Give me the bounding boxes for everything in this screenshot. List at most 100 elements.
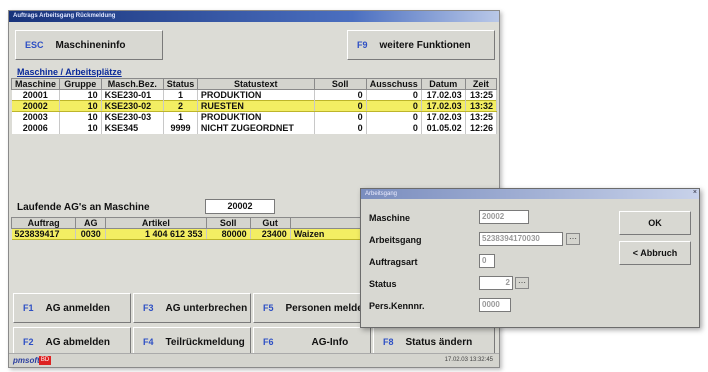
col-good[interactable]: Gut — [249, 217, 291, 229]
op-register-button[interactable]: F1 AG anmelden — [13, 293, 131, 323]
col-order[interactable]: Auftrag — [10, 217, 77, 229]
cell: NICHT ZUGEORDNET — [197, 122, 315, 134]
col-status-text[interactable]: Statustext — [196, 78, 315, 90]
cell: 01.05.02 — [421, 122, 466, 134]
label-operation: Arbeitsgang — [369, 235, 422, 245]
cell: KSE230-01 — [101, 89, 165, 101]
section-tabs: Maschine / Arbeitsplätze — [17, 67, 122, 77]
table-row[interactable]: 20001 10 KSE230-01 1 PRODUKTION 0 0 17.0… — [11, 89, 498, 101]
col-machine-name[interactable]: Masch.Bez. — [100, 78, 165, 90]
cell: 2 — [163, 100, 198, 112]
personnel-id-field[interactable]: 0000 — [479, 298, 511, 312]
cell: 0030 — [75, 228, 107, 240]
key-f4: F4 — [143, 337, 154, 347]
partial-report-label: Teilrückmeldung — [165, 336, 245, 348]
cell: 0 — [366, 111, 422, 123]
report-persons-label: Personen melden — [285, 302, 369, 314]
operation-dialog: Arbeitsgang × Maschine 20002 Arbeitsgang… — [360, 188, 700, 328]
dialog-title: Arbeitsgang — [361, 189, 699, 199]
col-machine[interactable]: Maschine — [11, 78, 60, 90]
cell: 1 — [163, 111, 198, 123]
cell: 10 — [59, 100, 102, 112]
col-status[interactable]: Status — [163, 78, 198, 90]
col-target[interactable]: Soll — [205, 217, 251, 229]
machine-field[interactable]: 20002 — [479, 210, 529, 224]
close-icon[interactable]: × — [693, 189, 697, 196]
col-group[interactable]: Gruppe — [58, 78, 102, 90]
key-f8: F8 — [383, 337, 394, 347]
key-f3: F3 — [143, 303, 154, 313]
cell: 0 — [366, 100, 422, 112]
tab-workplaces[interactable]: Arbeitsplätze — [65, 67, 122, 77]
table-row-selected[interactable]: 20002 10 KSE230-02 2 RUESTEN 0 0 17.02.0… — [11, 100, 498, 112]
dots-icon[interactable]: ⋯ — [515, 277, 529, 289]
table-row[interactable]: 20006 10 KSE345 9999 NICHT ZUGEORDNET 0 … — [11, 122, 498, 134]
cell: 0 — [314, 89, 367, 101]
cancel-button[interactable]: < Abbruch — [619, 241, 691, 265]
cell: 0 — [366, 89, 422, 101]
key-f1: F1 — [23, 303, 34, 313]
status-bar: pmsoft BD 17.02.03 13:32:45 — [9, 353, 499, 367]
dots-icon[interactable]: ⋯ — [566, 233, 580, 245]
machine-info-button[interactable]: ESC Maschineninfo — [15, 30, 163, 60]
key-f9: F9 — [357, 40, 368, 50]
ok-label: OK — [648, 218, 662, 228]
company-logo: pmsoft — [13, 356, 40, 365]
op-deregister-label: AG abmelden — [45, 336, 110, 348]
col-a[interactable]: A — [289, 217, 372, 229]
change-status-label: Status ändern — [405, 336, 473, 348]
running-ops-table: Auftrag AG Artikel Soll Gut A 523839417 … — [10, 217, 372, 240]
cell: 12:26 — [465, 122, 498, 134]
cell: 0 — [314, 122, 367, 134]
more-functions-button[interactable]: F9 weitere Funktionen — [347, 30, 495, 60]
cell: PRODUKTION — [197, 89, 315, 101]
cell: KSE230-02 — [101, 100, 165, 112]
op-register-label: AG anmelden — [45, 302, 110, 314]
cell: 20001 — [11, 89, 60, 101]
cell: 523839417 — [11, 228, 77, 240]
op-interrupt-button[interactable]: F3 AG unterbrechen — [133, 293, 251, 323]
cell: RUESTEN — [197, 100, 315, 112]
cell: PRODUKTION — [197, 111, 315, 123]
cell: 23400 — [250, 228, 291, 240]
cell: 10 — [59, 122, 102, 134]
running-ops-machine-field: 20002 — [205, 199, 275, 214]
logo-badge: BD — [39, 356, 51, 365]
machine-table: Maschine Gruppe Masch.Bez. Status Status… — [11, 78, 498, 134]
cell: 20006 — [11, 122, 60, 134]
cell: 10 — [59, 89, 102, 101]
more-functions-label: weitere Funktionen — [379, 39, 471, 51]
cell: 0 — [314, 100, 367, 112]
key-esc: ESC — [25, 40, 44, 50]
col-op[interactable]: AG — [75, 217, 107, 229]
cell: 1 — [163, 89, 198, 101]
cell: Waizen — [290, 228, 372, 240]
cell: KSE230-03 — [101, 111, 165, 123]
label-personnel-id: Pers.Kennnr. — [369, 301, 425, 311]
status-clock: 17.02.03 13:32:45 — [444, 357, 493, 363]
running-op-row[interactable]: 523839417 0030 1 404 612 353 80000 23400… — [11, 228, 372, 240]
machine-info-label: Maschineninfo — [55, 39, 126, 51]
col-date[interactable]: Datum — [420, 78, 466, 90]
key-f6: F6 — [263, 337, 274, 347]
cell: 20002 — [11, 100, 60, 112]
col-scrap[interactable]: Ausschuss — [365, 78, 422, 90]
cell: 20003 — [11, 111, 60, 123]
running-ops-header: Auftrag AG Artikel Soll Gut A — [10, 217, 372, 229]
table-row[interactable]: 20003 10 KSE230-03 1 PRODUKTION 0 0 17.0… — [11, 111, 498, 123]
tab-machine[interactable]: Maschine — [17, 67, 58, 77]
cell: 17.02.03 — [421, 89, 466, 101]
col-time[interactable]: Zeit — [464, 78, 498, 90]
cell: 10 — [59, 111, 102, 123]
ok-button[interactable]: OK — [619, 211, 691, 235]
operation-field[interactable]: 5238394170030 — [479, 232, 563, 246]
running-ops-label: Laufende AG's an Maschine — [17, 202, 150, 213]
col-target[interactable]: Soll — [313, 78, 367, 90]
order-type-field[interactable]: 0 — [479, 254, 495, 268]
col-article[interactable]: Artikel — [105, 217, 207, 229]
cell: 17.02.03 — [421, 111, 466, 123]
report-persons-button[interactable]: F5 Personen melden — [253, 293, 371, 323]
status-field[interactable]: 2 — [479, 276, 513, 290]
window-title: Auftrags Arbeitsgang Rückmeldung — [9, 11, 499, 22]
cell: 0 — [314, 111, 367, 123]
